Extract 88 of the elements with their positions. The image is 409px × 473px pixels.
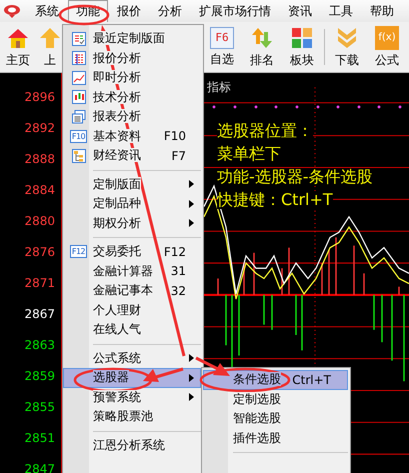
price-label: 2855 bbox=[24, 399, 55, 416]
up-down-arrows-icon bbox=[250, 26, 274, 50]
menu-item[interactable]: 智能选股 bbox=[203, 409, 348, 428]
price-label: 2892 bbox=[24, 120, 55, 137]
annotation-text: 菜单栏下 bbox=[217, 145, 281, 163]
price-label: 2888 bbox=[24, 151, 55, 168]
menu-item[interactable]: 个人理财 bbox=[63, 300, 201, 320]
table-icon bbox=[72, 51, 86, 66]
dot-marker bbox=[378, 105, 380, 108]
menu-item[interactable]: 报表分析 bbox=[63, 107, 201, 126]
menu-item[interactable]: 策略股票池 bbox=[63, 407, 201, 426]
annotation-text: 快捷键：Ctrl+T bbox=[217, 191, 333, 209]
menu-item[interactable]: 金融计算器 31 bbox=[63, 262, 201, 281]
price-label: 2884 bbox=[24, 182, 55, 199]
menu-bar-item[interactable]: 分析 bbox=[150, 0, 190, 22]
submenu-arrow-icon bbox=[189, 180, 194, 188]
toolbar-button[interactable]: 排名 bbox=[242, 24, 282, 70]
dot-marker bbox=[274, 105, 278, 108]
submenu-arrow-icon bbox=[189, 393, 194, 402]
app-logo-icon[interactable] bbox=[3, 4, 21, 18]
highlight-ellipse bbox=[58, 4, 110, 26]
menu-item[interactable]: 定制选股 bbox=[203, 390, 348, 409]
price-label: 2880 bbox=[24, 213, 55, 230]
documents-icon bbox=[72, 110, 86, 124]
menu-item[interactable]: 财经资讯 F7 bbox=[63, 146, 201, 166]
dot-marker bbox=[212, 105, 216, 108]
toolbar-button[interactable]: 板块 bbox=[282, 24, 322, 70]
blocks-icon bbox=[290, 26, 314, 50]
menu-bar-item[interactable]: 资讯 bbox=[280, 0, 320, 22]
menu-item[interactable]: 报价分析 bbox=[63, 48, 201, 68]
formula-icon: f(x) bbox=[375, 26, 399, 50]
menu-bar-item[interactable]: 扩展市场行情 bbox=[191, 0, 279, 22]
line-chart-icon bbox=[72, 70, 86, 85]
tree-icon bbox=[72, 148, 86, 163]
submenu-arrow-icon bbox=[189, 374, 194, 382]
menu-item[interactable]: 预警系统 bbox=[63, 388, 201, 407]
annotation-arrow bbox=[143, 368, 184, 382]
price-label: 2867 bbox=[24, 306, 55, 323]
dot-marker bbox=[316, 105, 320, 108]
menu-item[interactable]: 技术分析 bbox=[63, 88, 201, 107]
menu-item[interactable]: 江恩分析系统 bbox=[63, 436, 201, 455]
price-label: 2859 bbox=[24, 368, 55, 385]
dot-marker bbox=[398, 105, 402, 108]
toolbar-button[interactable]: 下载 bbox=[327, 24, 367, 70]
menu-item[interactable]: 即时分析 bbox=[63, 68, 201, 88]
menu-item[interactable]: 定制品种 bbox=[63, 194, 201, 214]
toolbar-button[interactable]: f(x) 公式 bbox=[367, 24, 407, 70]
menu-item[interactable]: 期权分析 bbox=[63, 214, 201, 233]
annotation-text: 功能-选股器-条件选股 bbox=[217, 168, 373, 186]
price-label: 2896 bbox=[24, 89, 55, 106]
indicator-title: 指标 bbox=[207, 79, 231, 96]
toolbar-button[interactable]: 上 bbox=[34, 24, 66, 70]
grid-check-icon bbox=[72, 32, 86, 46]
menu-bar-item[interactable]: 帮助 bbox=[362, 0, 402, 22]
price-label: 2851 bbox=[24, 430, 55, 447]
annotation-text: 选股器位置： bbox=[217, 122, 313, 140]
menu-bar-item[interactable]: 工具 bbox=[321, 0, 361, 22]
dot-marker bbox=[336, 105, 340, 108]
submenu-arrow-icon bbox=[189, 200, 194, 208]
menu-item[interactable]: F10 基本资料 F10 bbox=[63, 126, 201, 146]
annotation-arrow bbox=[195, 356, 230, 376]
dot-marker bbox=[296, 105, 298, 108]
dot-marker bbox=[358, 105, 360, 108]
function-key-icon: F10 bbox=[70, 130, 87, 143]
candlestick-icon bbox=[72, 90, 86, 104]
menu-item[interactable]: 插件选股 bbox=[203, 428, 348, 448]
price-label: 2871 bbox=[24, 275, 55, 292]
submenu-arrow-icon bbox=[189, 219, 194, 228]
function-key-icon: F12 bbox=[70, 245, 87, 258]
menu-bar-item[interactable]: 系统 bbox=[27, 0, 67, 22]
dot-marker bbox=[234, 105, 236, 108]
menu-item[interactable]: F12 交易委托 F12 bbox=[63, 242, 201, 262]
menu-bar-item[interactable]: 报价 bbox=[109, 0, 149, 22]
submenu-arrow-icon bbox=[189, 354, 194, 362]
key-icon: F6 bbox=[210, 26, 234, 48]
toolbar-button[interactable]: 主页 bbox=[2, 24, 34, 70]
up-arrow-icon bbox=[38, 26, 62, 50]
chevron-down-icon bbox=[335, 26, 359, 50]
menu-item[interactable]: 定制版面 bbox=[63, 174, 201, 194]
menu-item[interactable]: 在线人气 bbox=[63, 320, 201, 340]
price-label: 2863 bbox=[24, 337, 55, 354]
menu-item[interactable]: 最近定制版面 bbox=[63, 29, 201, 48]
price-label: 2847 bbox=[24, 461, 55, 473]
menu-item[interactable]: 公式系统 bbox=[63, 348, 201, 368]
toolbar-button[interactable]: F6 自选 bbox=[202, 24, 242, 70]
menu-item[interactable]: 金融记事本 32 bbox=[63, 281, 201, 300]
dot-marker bbox=[254, 105, 258, 108]
price-label: 2876 bbox=[24, 244, 55, 261]
